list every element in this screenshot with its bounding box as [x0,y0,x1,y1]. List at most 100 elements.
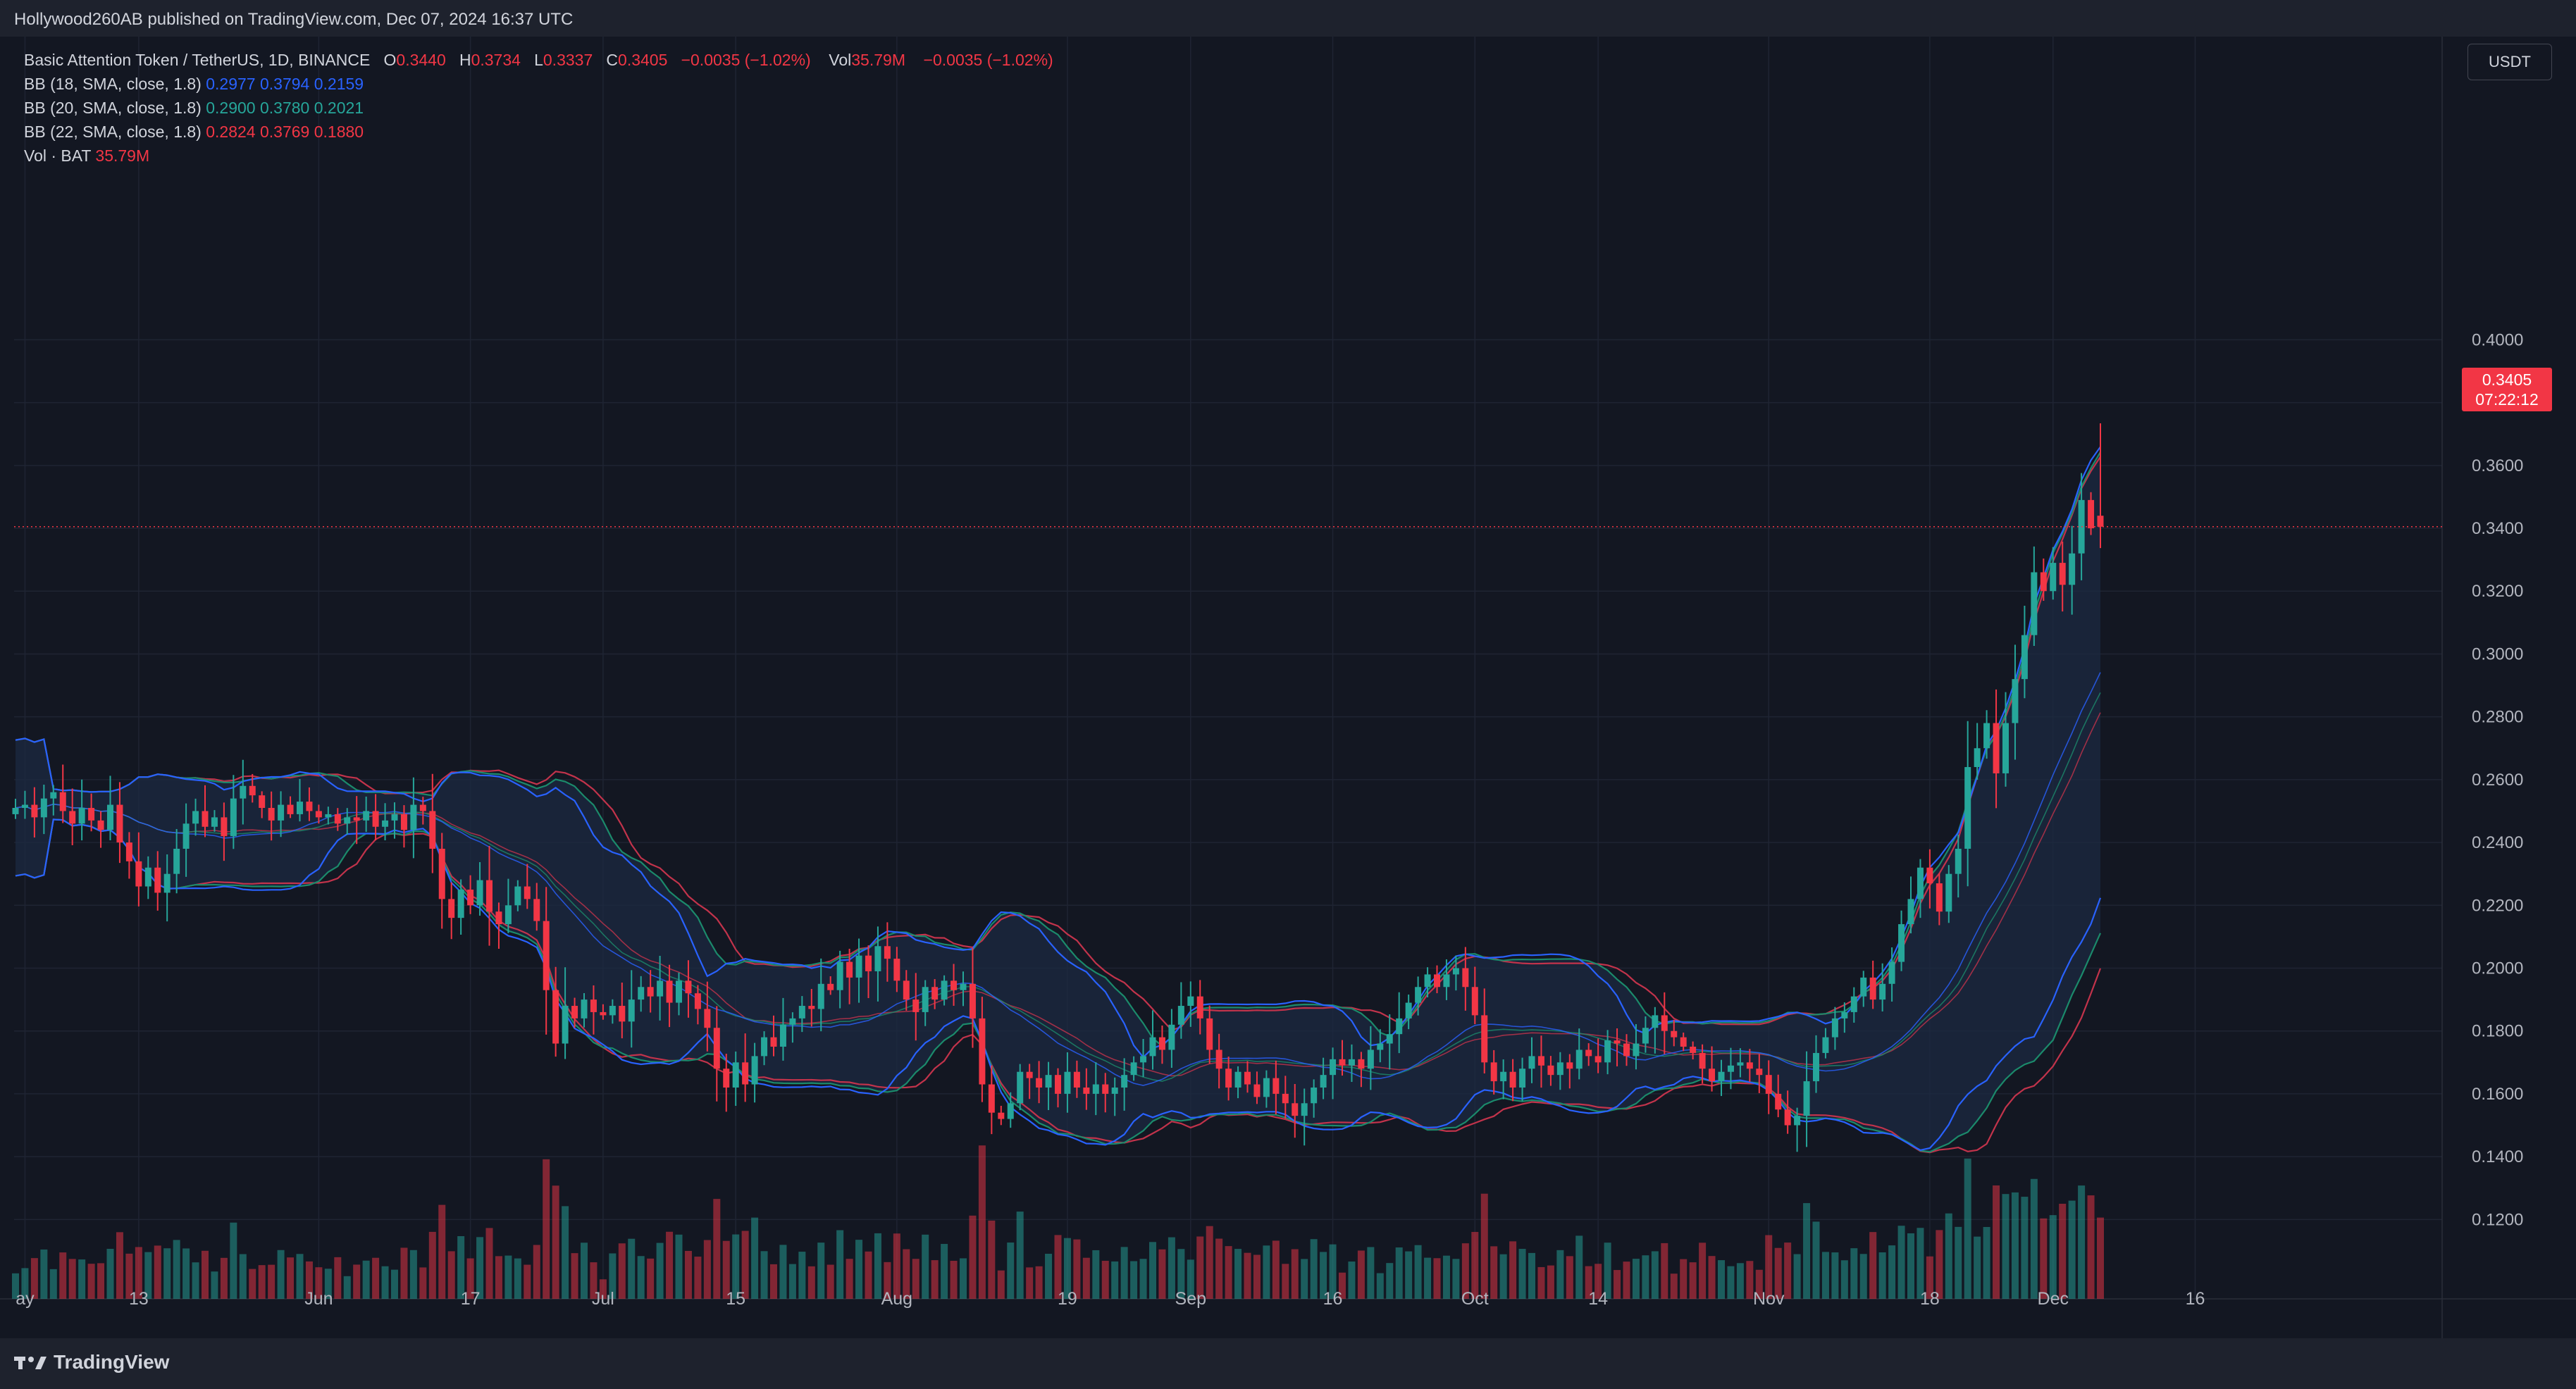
candle-body-170 [1623,1043,1630,1057]
legend-volume-row[interactable]: Vol · BAT 35.79M [24,144,1053,168]
candle-body-12 [125,842,132,861]
volume-bar-78 [751,1217,759,1299]
candle-body-21 [211,817,218,827]
time-tick-13: 18 [1920,1289,1940,1309]
candle-body-57 [552,990,559,1044]
candle-body-119 [1140,1056,1147,1063]
candle-body-161 [1537,1056,1544,1066]
bb18-low: 0.2159 [314,75,364,93]
candle-body-52 [504,905,512,925]
volume-bar-187 [1784,1242,1792,1299]
volume-bar-96 [922,1234,929,1299]
volume-bar-198 [1888,1245,1896,1299]
candle-body-80 [770,1037,777,1047]
volume-bar-81 [779,1245,787,1299]
volume-bar-91 [874,1233,881,1299]
volume-bar-131 [1253,1254,1261,1299]
candle-body-138 [1320,1075,1327,1088]
chart-area[interactable]: 0.40000.38000.36000.34000.32000.30000.28… [0,37,2576,1338]
price-tick-0: 0.4000 [2472,330,2523,349]
bb22-up: 0.3769 [259,123,310,141]
volume-bar-3 [40,1249,48,1299]
candle-body-190 [1813,1052,1819,1082]
volume-bar-90 [865,1251,872,1299]
candle-body-149 [1424,974,1431,988]
low-label: L [534,51,543,69]
volume-bar-190 [1812,1221,1820,1299]
candle-body-13 [135,861,142,887]
volume-bar-211 [2011,1192,2019,1299]
volume-bar-95 [912,1259,919,1299]
candle-body-214 [2040,572,2047,592]
volume-bar-175 [1670,1273,1678,1299]
candle-body-72 [694,993,701,1009]
volume-bar-215 [2049,1215,2057,1299]
volume-bar-115 [1101,1260,1109,1299]
volume-bar-7 [78,1259,86,1299]
candle-body-166 [1585,1049,1592,1057]
candle-body-41 [400,814,407,830]
volume-bar-155 [1480,1193,1488,1299]
candle-body-188 [1794,1116,1801,1126]
volume-bar-182 [1736,1263,1744,1299]
candle-body-61 [590,999,597,1012]
volume-bar-146 [1395,1247,1403,1299]
volume-bar-172 [1642,1255,1649,1299]
legend-bb22-row[interactable]: BB (22, SMA, close, 1.8) 0.2824 0.3769 0… [24,120,1053,144]
candle-body-56 [543,921,550,990]
candle-body-177 [1690,1047,1697,1053]
volume-bar-174 [1661,1242,1668,1299]
candle-body-178 [1699,1052,1706,1069]
candle-body-181 [1727,1065,1734,1072]
candle-body-67 [647,987,654,997]
volume-bar-176 [1680,1259,1688,1299]
candle-body-130 [1244,1071,1251,1085]
vol-change-value: −0.0035 (−1.02%) [923,51,1053,69]
volume-bar-56 [543,1159,550,1299]
volume-bar-21 [211,1271,218,1299]
volume-bar-70 [675,1234,683,1299]
candle-body-79 [761,1037,768,1057]
volume-bar-212 [2021,1197,2029,1299]
volume-bar-15 [154,1245,161,1299]
candle-body-173 [1652,1015,1659,1028]
volume-bar-143 [1367,1247,1375,1299]
volume-bar-67 [647,1258,655,1299]
legend-bb18-row[interactable]: BB (18, SMA, close, 1.8) 0.2977 0.3794 0… [24,72,1053,96]
volume-bar-80 [770,1264,777,1299]
volume-bar-191 [1821,1252,1829,1299]
candle-body-133 [1272,1078,1280,1094]
candle-body-189 [1803,1081,1810,1116]
candle-body-146 [1396,1018,1403,1035]
candle-body-22 [221,817,228,837]
volume-bar-82 [788,1264,796,1299]
price-chart[interactable]: 0.40000.38000.36000.34000.32000.30000.28… [0,37,2576,1338]
chart-legend: Basic Attention Token / TetherUS, 1D, BI… [24,48,1053,168]
bb20-low: 0.2021 [314,99,364,117]
time-tick-2: Jun [304,1289,333,1309]
time-tick-8: Sep [1175,1289,1206,1309]
tradingview-logo[interactable]: TradingView [14,1351,169,1374]
candle-body-46 [448,899,455,918]
candle-body-99 [950,980,958,990]
volume-bar-29 [287,1257,295,1299]
symbol-title[interactable]: Basic Attention Token / TetherUS, 1D, BI… [24,51,370,69]
candle-body-47 [457,889,464,918]
candle-body-126 [1206,1018,1213,1050]
candle-body-40 [391,814,398,821]
legend-symbol-row: Basic Attention Token / TetherUS, 1D, BI… [24,48,1053,72]
candle-body-144 [1377,1043,1384,1050]
volume-bar-164 [1566,1256,1573,1299]
candle-body-212 [2021,635,2028,680]
volume-bar-220 [2097,1217,2104,1299]
candle-body-206 [1964,767,1971,849]
legend-bb20-row[interactable]: BB (20, SMA, close, 1.8) 0.2900 0.3780 0… [24,96,1053,120]
candle-body-59 [571,1006,578,1019]
currency-button[interactable]: USDT [2467,44,2552,80]
candle-body-134 [1282,1093,1289,1104]
candle-body-62 [600,1011,607,1016]
volume-bar-133 [1272,1240,1280,1299]
time-tick-9: 16 [1323,1289,1343,1309]
candle-body-162 [1547,1065,1554,1076]
candle-body-116 [1111,1087,1118,1094]
